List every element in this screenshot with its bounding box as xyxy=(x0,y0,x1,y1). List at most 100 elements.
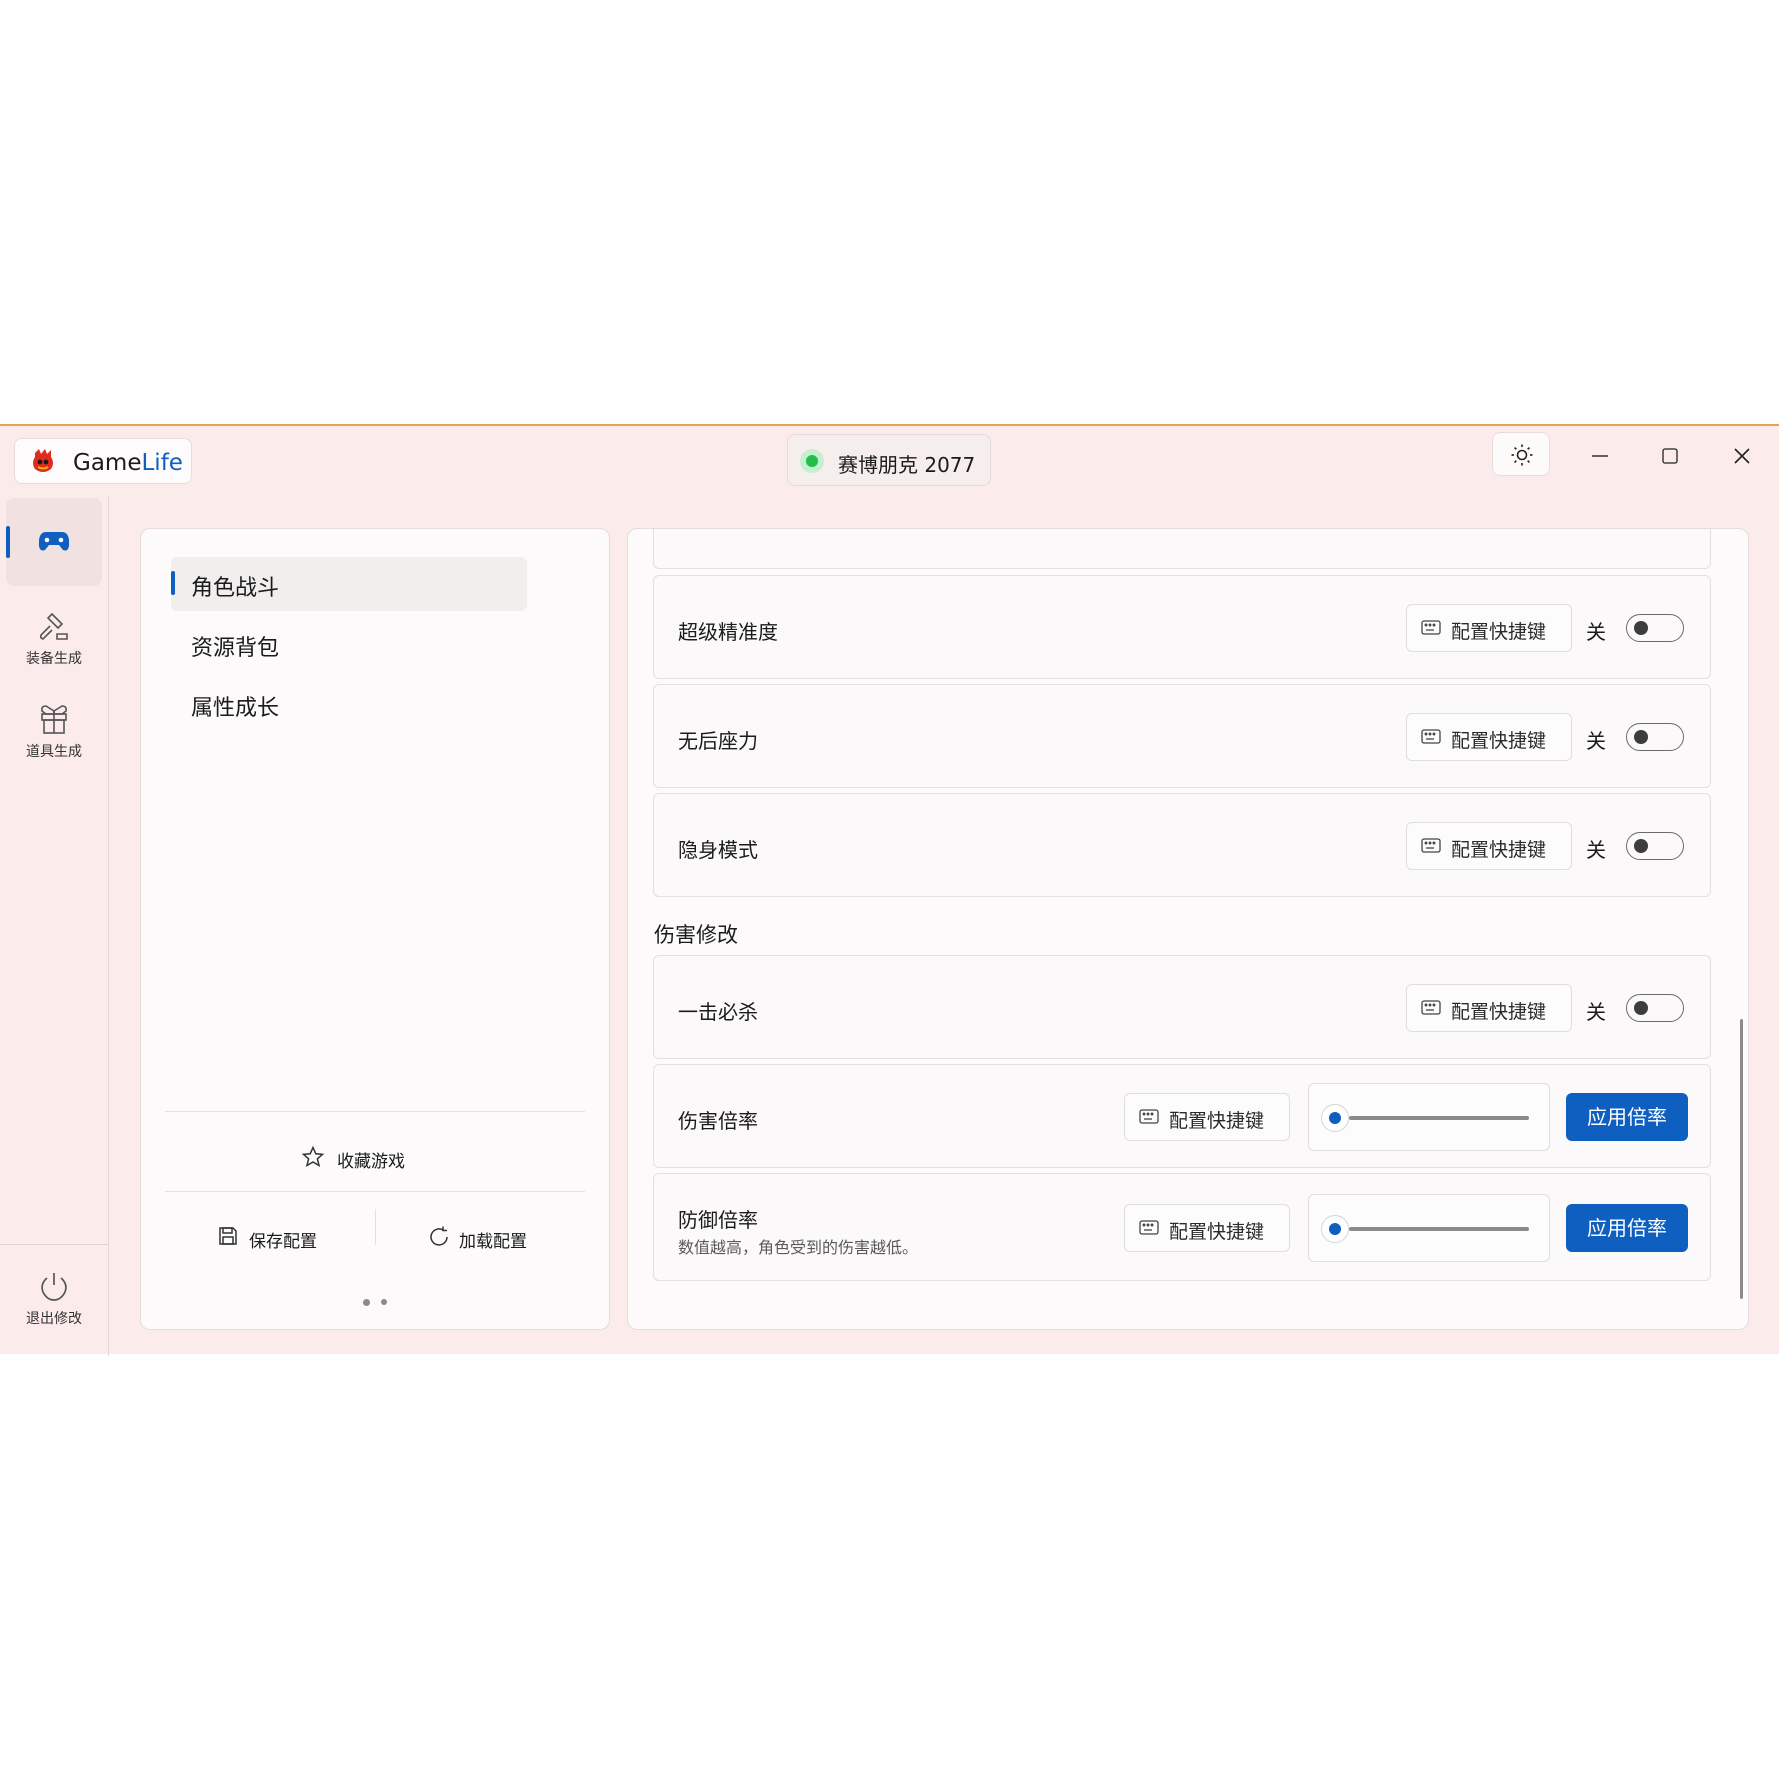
cheat-title: 超级精准度 xyxy=(678,620,778,644)
rail-item-game-cheats[interactable] xyxy=(6,498,102,586)
rate-card: 防御倍率 数值越高，角色受到的伤害越低。 配置快捷键 应用倍率 xyxy=(653,1173,1711,1281)
keyboard-icon xyxy=(1421,620,1441,635)
cheat-card: 隐身模式 配置快捷键 关 xyxy=(653,793,1711,897)
exit-button[interactable]: 退出修改 xyxy=(6,1270,102,1328)
minimize-button[interactable] xyxy=(1580,440,1620,472)
cheat-toggle[interactable] xyxy=(1626,832,1684,860)
category-item-attributes[interactable]: 属性成长 xyxy=(171,677,527,731)
keyboard-icon xyxy=(1139,1109,1159,1124)
cheat-toggle[interactable] xyxy=(1626,614,1684,642)
star-icon xyxy=(301,1145,325,1168)
gift-icon xyxy=(41,705,67,734)
toggle-state-label: 关 xyxy=(1586,729,1606,753)
current-game-title: 赛博朋克 2077 xyxy=(838,453,976,477)
app-name-life: Life xyxy=(141,450,183,476)
rate-title: 防御倍率 xyxy=(678,1208,758,1232)
pager-dot[interactable] xyxy=(363,1299,370,1306)
rail-divider xyxy=(0,1244,108,1245)
rail-border xyxy=(108,496,109,1356)
app-name: GameLife xyxy=(73,450,183,476)
save-icon xyxy=(219,1227,237,1245)
rate-description: 数值越高，角色受到的伤害越低。 xyxy=(678,1238,919,1257)
category-item-label: 资源背包 xyxy=(191,636,280,661)
hotkey-button[interactable]: 配置快捷键 xyxy=(1406,604,1572,652)
rail-item-equipment-label: 装备生成 xyxy=(26,651,82,667)
defense-rate-slider[interactable] xyxy=(1308,1194,1550,1262)
power-icon xyxy=(41,1273,67,1301)
close-icon xyxy=(1734,448,1750,464)
hotkey-label: 配置快捷键 xyxy=(1451,621,1547,643)
section-title-damage: 伤害修改 xyxy=(654,923,738,947)
load-config-label: 加载配置 xyxy=(459,1232,527,1252)
rail-item-items[interactable]: 道具生成 xyxy=(6,703,102,761)
keyboard-icon xyxy=(1139,1220,1159,1235)
app-window: GameLife 赛博朋克 2077 装备生成 道具生成 退出修改 角色战斗 资… xyxy=(0,424,1779,1356)
toggle-state-label: 关 xyxy=(1586,620,1606,644)
save-config-label: 保存配置 xyxy=(249,1232,317,1252)
cheat-title: 无后座力 xyxy=(678,729,758,753)
damage-rate-slider[interactable] xyxy=(1308,1083,1550,1151)
connection-status-icon xyxy=(800,449,824,473)
app-name-game: Game xyxy=(73,450,142,476)
theme-toggle-button[interactable] xyxy=(1492,432,1550,476)
toggle-state-label: 关 xyxy=(1586,1000,1606,1024)
toggle-state-label: 关 xyxy=(1586,838,1606,862)
hotkey-label: 配置快捷键 xyxy=(1451,839,1547,861)
close-button[interactable] xyxy=(1722,440,1762,472)
button-separator xyxy=(375,1209,376,1245)
hammer-icon xyxy=(39,612,68,640)
hotkey-label: 配置快捷键 xyxy=(1451,730,1547,752)
minimize-icon xyxy=(1592,455,1608,457)
hotkey-label: 配置快捷键 xyxy=(1451,1001,1547,1023)
cheat-card: 一击必杀 配置快捷键 关 xyxy=(653,955,1711,1059)
cheat-card: 超级精准度 配置快捷键 关 xyxy=(653,575,1711,679)
favorite-game-label: 收藏游戏 xyxy=(337,1152,405,1172)
cheat-title: 隐身模式 xyxy=(678,838,758,862)
divider xyxy=(165,1191,585,1192)
cheat-card-partial xyxy=(653,529,1711,569)
hotkey-button[interactable]: 配置快捷键 xyxy=(1406,713,1572,761)
slider-thumb[interactable] xyxy=(1321,1215,1349,1243)
slider-thumb[interactable] xyxy=(1321,1104,1349,1132)
slider-track[interactable] xyxy=(1349,1116,1529,1120)
keyboard-icon xyxy=(1421,1000,1441,1015)
rail-item-equipment[interactable]: 装备生成 xyxy=(6,610,102,668)
hotkey-button[interactable]: 配置快捷键 xyxy=(1406,822,1572,870)
app-badge[interactable]: GameLife xyxy=(14,438,192,484)
divider xyxy=(165,1111,585,1112)
rail-item-items-label: 道具生成 xyxy=(26,744,82,760)
category-panel: 角色战斗 资源背包 属性成长 收藏游戏 保存配置 加载配置 xyxy=(140,528,610,1330)
rate-card: 伤害倍率 配置快捷键 应用倍率 xyxy=(653,1064,1711,1168)
hotkey-label: 配置快捷键 xyxy=(1169,1221,1265,1243)
refresh-icon xyxy=(430,1226,448,1246)
vertical-scrollbar[interactable] xyxy=(1740,1019,1743,1299)
hotkey-button[interactable]: 配置快捷键 xyxy=(1124,1093,1290,1141)
apply-damage-rate-button[interactable]: 应用倍率 xyxy=(1566,1093,1688,1141)
cheat-card: 无后座力 配置快捷键 关 xyxy=(653,684,1711,788)
hotkey-button[interactable]: 配置快捷键 xyxy=(1406,984,1572,1032)
hotkey-label: 配置快捷键 xyxy=(1169,1110,1265,1132)
maximize-button[interactable] xyxy=(1650,440,1690,472)
app-logo-icon xyxy=(33,449,53,472)
rate-title: 伤害倍率 xyxy=(678,1109,758,1133)
cheat-toggle[interactable] xyxy=(1626,723,1684,751)
rail-active-indicator xyxy=(6,526,10,558)
category-item-label: 属性成长 xyxy=(191,696,280,721)
cheat-toggle[interactable] xyxy=(1626,994,1684,1022)
keyboard-icon xyxy=(1421,729,1441,744)
maximize-icon xyxy=(1662,448,1678,464)
keyboard-icon xyxy=(1421,838,1441,853)
current-game-badge[interactable]: 赛博朋克 2077 xyxy=(787,434,991,486)
category-item-inventory[interactable]: 资源背包 xyxy=(171,617,527,671)
category-item-label: 角色战斗 xyxy=(191,576,280,601)
cheat-list-panel: 超级精准度 配置快捷键 关 无后座力 配置快捷键 关 隐身模式 配置快捷键 关 … xyxy=(627,528,1749,1330)
slider-track[interactable] xyxy=(1349,1227,1529,1231)
category-item-combat[interactable]: 角色战斗 xyxy=(171,557,527,611)
cheat-title: 一击必杀 xyxy=(678,1000,758,1024)
hotkey-button[interactable]: 配置快捷键 xyxy=(1124,1204,1290,1252)
exit-label: 退出修改 xyxy=(26,1311,82,1327)
gamepad-icon xyxy=(39,532,69,551)
pager-dot[interactable] xyxy=(381,1299,387,1305)
sun-icon xyxy=(1511,444,1533,466)
apply-defense-rate-button[interactable]: 应用倍率 xyxy=(1566,1204,1688,1252)
